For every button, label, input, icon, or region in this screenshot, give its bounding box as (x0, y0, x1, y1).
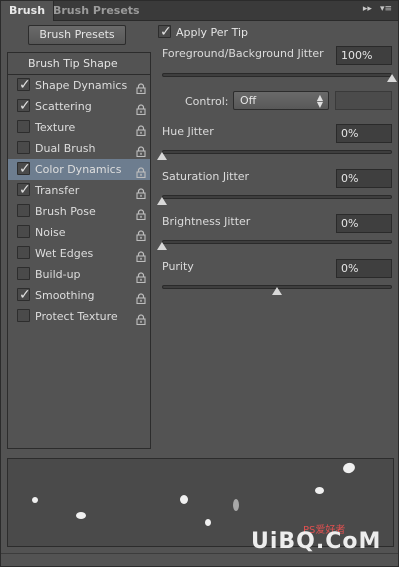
list-item-noise[interactable]: Noise (8, 222, 150, 243)
collapse-icon[interactable]: ▸▸ (363, 4, 372, 14)
hue-jitter-input[interactable]: 0% (336, 124, 392, 143)
apply-per-tip-checkbox[interactable]: ✓ (158, 24, 172, 40)
lock-icon[interactable] (136, 185, 146, 200)
list-item-checkbox[interactable]: ✓ (17, 98, 31, 114)
brush-settings-list: Brush Tip Shape ✓ Shape Dynamics ✓ Scatteri… (7, 52, 151, 449)
fg-bg-jitter-thumb[interactable] (387, 74, 397, 82)
list-item-shape-dynamics[interactable]: ✓ Shape Dynamics (8, 75, 150, 96)
lock-icon[interactable] (136, 269, 146, 284)
list-item-label: Shape Dynamics (35, 79, 128, 92)
list-item-checkbox[interactable] (17, 141, 30, 154)
lock-icon[interactable] (136, 206, 146, 221)
brush-dab (180, 495, 188, 504)
list-item-scattering[interactable]: ✓ Scattering (8, 96, 150, 117)
saturation-jitter-thumb[interactable] (157, 197, 167, 205)
control-label: Control: (185, 95, 229, 108)
lock-icon[interactable] (136, 311, 146, 326)
control-select[interactable]: Off ▲ ▼ (233, 91, 329, 110)
list-item-texture[interactable]: Texture (8, 117, 150, 138)
fg-bg-jitter-label: Foreground/Background Jitter (162, 47, 324, 60)
list-items: ✓ Shape Dynamics ✓ Scattering Texture Dual Br… (8, 75, 150, 327)
brush-dab (233, 499, 239, 511)
hue-jitter-label: Hue Jitter (162, 125, 214, 138)
list-item-label: Protect Texture (35, 310, 118, 323)
control-amount-field (335, 91, 392, 110)
brush-presets-button[interactable]: Brush Presets (28, 25, 126, 45)
list-item-checkbox[interactable] (17, 246, 30, 259)
check-icon: ✓ (19, 98, 31, 114)
brush-dab (341, 461, 357, 475)
saturation-jitter-input[interactable]: 0% (336, 169, 392, 188)
brightness-jitter-label: Brightness Jitter (162, 215, 251, 228)
lock-icon[interactable] (136, 80, 146, 95)
select-arrows-icon: ▲ ▼ (316, 93, 323, 109)
brush-dab (315, 487, 324, 494)
list-item-label: Transfer (35, 184, 80, 197)
list-item-label: Noise (35, 226, 66, 239)
lock-icon[interactable] (136, 143, 146, 158)
list-item-label: Scattering (35, 100, 92, 113)
list-item-label: Color Dynamics (35, 163, 122, 176)
hue-jitter-thumb[interactable] (157, 152, 167, 160)
purity-thumb[interactable] (272, 287, 282, 295)
purity-label: Purity (162, 260, 194, 273)
list-item-label: Wet Edges (35, 247, 94, 260)
apply-per-tip-label: Apply Per Tip (176, 26, 248, 39)
list-item-transfer[interactable]: ✓ Transfer (8, 180, 150, 201)
list-item-label: Dual Brush (35, 142, 96, 155)
list-item-protect-texture[interactable]: Protect Texture (8, 306, 150, 327)
list-item-checkbox[interactable] (17, 309, 30, 322)
lock-icon[interactable] (136, 122, 146, 137)
list-item-checkbox[interactable] (17, 120, 30, 133)
brush-dab (76, 512, 86, 519)
lock-icon[interactable] (136, 227, 146, 242)
list-item-smoothing[interactable]: ✓ Smoothing (8, 285, 150, 306)
list-item-checkbox[interactable]: ✓ (17, 287, 31, 303)
list-item-checkbox[interactable] (17, 204, 30, 217)
watermark: UiBQ.CoM (251, 529, 382, 554)
tab-icons: ▸▸ ▾≡ (363, 4, 392, 14)
brightness-jitter-slider[interactable] (162, 240, 392, 244)
check-icon: ✓ (160, 24, 172, 40)
list-item-build-up[interactable]: Build-up (8, 264, 150, 285)
list-item-checkbox[interactable]: ✓ (17, 182, 31, 198)
purity-input[interactable]: 0% (336, 259, 392, 278)
brightness-jitter-thumb[interactable] (157, 242, 167, 250)
brush-tip-shape-item[interactable]: Brush Tip Shape (8, 53, 150, 75)
list-item-color-dynamics[interactable]: ✓ Color Dynamics (8, 159, 150, 180)
brush-dab (205, 519, 211, 526)
list-item-checkbox[interactable] (17, 225, 30, 238)
fg-bg-jitter-input[interactable]: 100% (336, 46, 392, 65)
check-icon: ✓ (19, 287, 31, 303)
saturation-jitter-label: Saturation Jitter (162, 170, 250, 183)
panel-footer (1, 553, 398, 566)
tab-bar: Brush Brush Presets ▸▸ ▾≡ (1, 1, 398, 21)
list-item-checkbox[interactable] (17, 267, 30, 280)
brightness-jitter-input[interactable]: 0% (336, 214, 392, 233)
list-item-label: Build-up (35, 268, 81, 281)
lock-icon[interactable] (136, 290, 146, 305)
panel-menu-icon[interactable]: ▾≡ (380, 4, 392, 14)
list-item-dual-brush[interactable]: Dual Brush (8, 138, 150, 159)
control-value: Off (240, 94, 257, 107)
lock-icon[interactable] (136, 101, 146, 116)
list-item-label: Brush Pose (35, 205, 96, 218)
tab-brush-presets[interactable]: Brush Presets (45, 1, 148, 21)
lock-icon[interactable] (136, 164, 146, 179)
saturation-jitter-slider[interactable] (162, 195, 392, 199)
check-icon: ✓ (19, 77, 31, 93)
list-item-checkbox[interactable]: ✓ (17, 161, 31, 177)
check-icon: ✓ (19, 161, 31, 177)
fg-bg-jitter-slider[interactable] (162, 73, 392, 77)
brush-panel: Brush Brush Presets ▸▸ ▾≡ Brush Presets … (0, 0, 399, 567)
list-item-label: Smoothing (35, 289, 95, 302)
list-item-checkbox[interactable]: ✓ (17, 77, 31, 93)
brush-dab (32, 497, 38, 503)
list-item-wet-edges[interactable]: Wet Edges (8, 243, 150, 264)
lock-icon[interactable] (136, 248, 146, 263)
check-icon: ✓ (19, 182, 31, 198)
hue-jitter-slider[interactable] (162, 150, 392, 154)
list-item-label: Texture (35, 121, 76, 134)
list-item-brush-pose[interactable]: Brush Pose (8, 201, 150, 222)
